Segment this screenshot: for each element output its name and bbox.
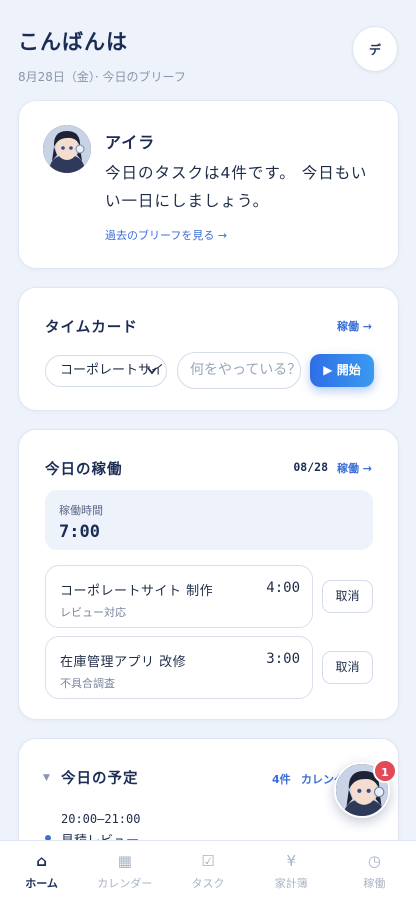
timecard-title: タイムカード [45, 320, 138, 336]
timecard-work-link[interactable]: 稼働 → [337, 318, 372, 334]
work-entry[interactable]: コーポレートサイト 制作 4:00 レビュー対応 [45, 565, 313, 628]
start-button[interactable]: ▶ 開始 [310, 354, 374, 387]
user-avatar-button[interactable]: デ [352, 26, 398, 72]
timecard-card: タイムカード 稼働 → コーポレートサイト 何をやっている？ ▶ 開始 [18, 287, 399, 411]
total-hours-box: 稼働時間 7:00 [45, 490, 373, 550]
nav-item-home[interactable]: ⌂ ホーム [0, 841, 83, 900]
today-work-link[interactable]: 稼働 → [337, 460, 372, 476]
home-icon: ⌂ [36, 852, 47, 870]
checkbox-icon: ☑ [201, 852, 215, 870]
date-subtitle: 8月28日（金）· 今日のブリーフ [18, 70, 186, 84]
project-select[interactable]: コーポレートサイト [45, 355, 167, 387]
today-work-title: 今日の稼働 [45, 462, 123, 478]
work-entry-name: 在庫管理アプリ 改修 [60, 655, 187, 670]
total-hours-value: 7:00 [59, 522, 100, 542]
yen-icon: ¥ [286, 852, 296, 870]
brief-card: アイラ 今日のタスクは4件です。 今日もいい一日にしましょう。 過去のブリーフを… [18, 100, 399, 269]
past-briefs-link[interactable]: 過去のブリーフを見る → [105, 227, 227, 243]
nav-item-calendar[interactable]: ▦ カレンダー [83, 841, 166, 900]
work-date: 08/28 [293, 460, 328, 474]
work-entry[interactable]: 在庫管理アプリ 改修 3:00 不具合調査 [45, 636, 313, 699]
work-entry-time: 3:00 [266, 651, 300, 667]
collapse-caret-icon[interactable]: ▼ [43, 773, 50, 783]
notification-badge: 1 [373, 759, 397, 783]
assistant-name: アイラ [105, 133, 156, 152]
brief-message: 今日のタスクは4件です。 今日もいい一日にしましょう。 [105, 164, 368, 210]
work-entry-note: 不具合調査 [60, 677, 115, 690]
clock-icon: ◷ [367, 852, 381, 870]
calendar-icon: ▦ [117, 852, 132, 870]
chevron-down-icon [146, 356, 158, 386]
work-entry-note: レビュー対応 [60, 606, 126, 619]
greeting-title: こんばんは [18, 30, 128, 54]
bottom-nav: ⌂ ホーム ▦ カレンダー ☑ タスク ¥ 家計簿 ◷ 稼働 [0, 840, 416, 900]
schedule-item-time: 20:00–21:00 [61, 812, 141, 826]
nav-label: タスク [191, 877, 225, 890]
nav-item-work[interactable]: ◷ 稼働 [333, 841, 416, 900]
activity-input[interactable]: 何をやっている？ [177, 352, 301, 389]
page-header: こんばんは 8月28日（金）· 今日のブリーフ デ [18, 26, 398, 86]
work-entry-name: コーポレートサイト 制作 [60, 584, 214, 599]
nav-label: 家計簿 [274, 877, 308, 890]
nav-label: カレンダー [97, 877, 153, 890]
cancel-entry-button[interactable]: 取消 [322, 580, 373, 613]
schedule-count: 4件 [272, 773, 291, 786]
cancel-entry-button[interactable]: 取消 [322, 651, 373, 684]
assistant-avatar [43, 125, 91, 173]
today-work-card: 今日の稼働 08/28 稼働 → 稼働時間 7:00 コーポレートサイト 制作 … [18, 429, 399, 720]
schedule-title: 今日の予定 [61, 771, 139, 787]
nav-item-budget[interactable]: ¥ 家計簿 [250, 841, 333, 900]
nav-label: 稼働 [363, 877, 386, 890]
nav-label: ホーム [25, 877, 58, 890]
work-entry-time: 4:00 [266, 580, 300, 596]
nav-item-tasks[interactable]: ☑ タスク [166, 841, 249, 900]
total-hours-label: 稼働時間 [59, 504, 103, 517]
